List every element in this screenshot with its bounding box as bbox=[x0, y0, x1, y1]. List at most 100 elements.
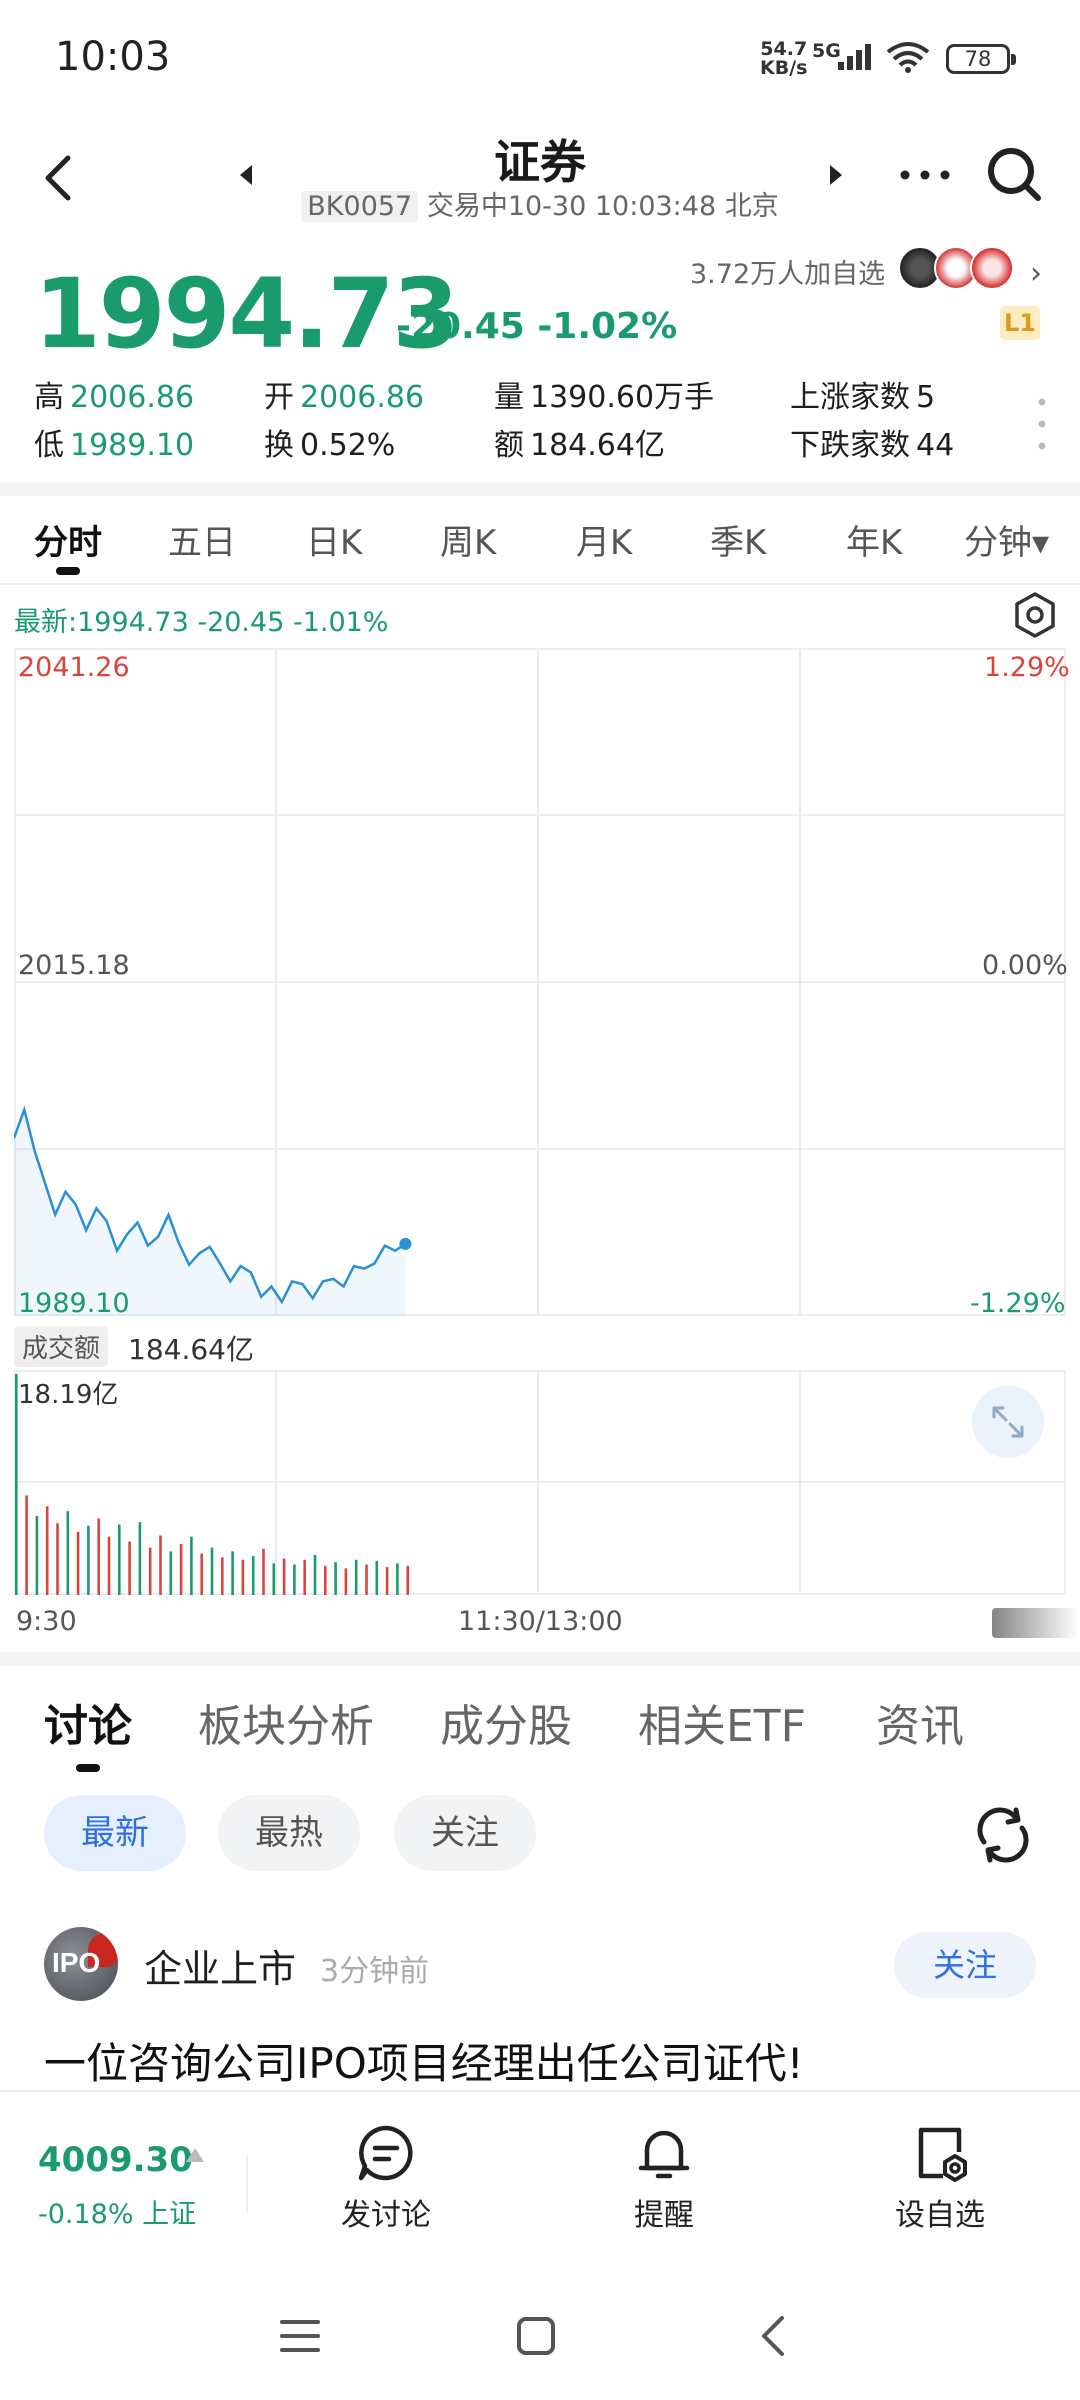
tab-discussion[interactable]: 讨论 bbox=[44, 1690, 132, 1754]
volume-bar bbox=[282, 1558, 286, 1595]
volume-bar bbox=[45, 1506, 49, 1595]
post-author[interactable]: 企业上市 bbox=[144, 1938, 296, 1993]
chevron-right-icon[interactable]: › bbox=[1030, 256, 1042, 291]
post-discussion-button[interactable]: 发讨论 bbox=[306, 2122, 466, 2252]
next-arrow-icon[interactable] bbox=[820, 160, 850, 190]
discuss-label: 发讨论 bbox=[341, 2198, 431, 2233]
divider bbox=[246, 2156, 248, 2212]
pct-axis-max: 1.29% bbox=[984, 652, 1070, 683]
volume-bar bbox=[159, 1535, 162, 1595]
latest-price-dot bbox=[399, 1237, 412, 1250]
tab-indicator bbox=[56, 567, 80, 575]
bell-icon bbox=[638, 2130, 690, 2179]
volume-bar bbox=[35, 1516, 39, 1595]
tab-minute[interactable]: 分钟▾ bbox=[964, 515, 1049, 564]
filter-hottest[interactable]: 最热 bbox=[218, 1795, 360, 1871]
volume-bar bbox=[231, 1551, 234, 1595]
triangle-up-icon[interactable] bbox=[186, 2148, 204, 2162]
tab-intraday[interactable]: 分时 bbox=[34, 515, 102, 564]
volume-bar bbox=[148, 1547, 152, 1595]
price-change: -20.45 -1.02% bbox=[396, 306, 678, 347]
home-icon[interactable] bbox=[514, 2314, 558, 2358]
volume-bar bbox=[251, 1556, 255, 1595]
volume-label[interactable]: 成交额 bbox=[14, 1326, 109, 1367]
volume-value: 184.64亿 bbox=[128, 1333, 254, 1366]
volume-bar bbox=[375, 1561, 379, 1595]
menu-icon[interactable] bbox=[278, 2314, 322, 2358]
stat-low: 低 1989.10 bbox=[34, 428, 195, 463]
page-title: 证券 bbox=[494, 135, 586, 189]
follower-avatars[interactable] bbox=[898, 246, 1018, 290]
post-author-avatar[interactable]: IPO bbox=[44, 1927, 118, 2001]
more-icon[interactable] bbox=[890, 150, 960, 200]
watchlist-label: 设自选 bbox=[895, 2198, 985, 2233]
stat-high: 高 2006.86 bbox=[34, 380, 195, 415]
index-value[interactable]: 4009.30 bbox=[38, 2140, 193, 2180]
tab-weekly-k[interactable]: 周K bbox=[440, 515, 496, 564]
avatar-text: IPO bbox=[52, 1947, 101, 1978]
stat-turnover: 换 0.52% bbox=[264, 428, 396, 463]
pct-axis-min: -1.29% bbox=[970, 1288, 1066, 1319]
tab-daily-k[interactable]: 日K bbox=[306, 515, 362, 564]
chart-settings-icon[interactable] bbox=[1010, 590, 1060, 640]
tab-monthly-k[interactable]: 月K bbox=[576, 515, 632, 564]
tab-constituents[interactable]: 成分股 bbox=[440, 1690, 572, 1754]
search-icon[interactable] bbox=[980, 140, 1050, 210]
vertical-more-icon[interactable] bbox=[1036, 394, 1048, 454]
stat-open: 开 2006.86 bbox=[264, 380, 425, 415]
watchlist-icon bbox=[918, 2127, 967, 2182]
post-title[interactable]: 一位咨询公司IPO项目经理出任公司证代! bbox=[44, 2030, 804, 2091]
volume-bar bbox=[190, 1536, 193, 1595]
tab-news[interactable]: 资讯 bbox=[876, 1690, 964, 1754]
volume-bar bbox=[87, 1525, 90, 1595]
volume-bar bbox=[406, 1565, 409, 1595]
add-watchlist-button[interactable]: 设自选 bbox=[860, 2122, 1020, 2252]
index-change[interactable]: -0.18% 上证 bbox=[38, 2192, 196, 2231]
follow-button[interactable]: 关注 bbox=[894, 1932, 1036, 1998]
sector-code: BK0057 bbox=[301, 191, 419, 222]
network-speed-unit: KB/s bbox=[760, 57, 808, 79]
volume-bar bbox=[200, 1553, 203, 1595]
volume-bar bbox=[365, 1564, 368, 1595]
post-time: 3分钟前 bbox=[320, 1954, 430, 1989]
filter-latest[interactable]: 最新 bbox=[44, 1795, 186, 1871]
remind-label: 提醒 bbox=[634, 2198, 694, 2233]
expand-button[interactable] bbox=[972, 1386, 1044, 1458]
filter-following[interactable]: 关注 bbox=[394, 1795, 536, 1871]
volume-bar bbox=[324, 1565, 327, 1595]
time-axis-end bbox=[992, 1608, 1078, 1638]
stat-up-count: 上涨家数 5 bbox=[790, 380, 936, 415]
volume-bar bbox=[76, 1531, 80, 1595]
tab-related-etf[interactable]: 相关ETF bbox=[638, 1690, 806, 1754]
quote-panel: 1994.73 -20.45 -1.02% 3.72万人加自选 › L1 高 20… bbox=[0, 246, 1080, 485]
volume-bar bbox=[354, 1559, 358, 1595]
stat-down-count: 下跌家数 44 bbox=[790, 428, 955, 463]
volume-bar bbox=[303, 1559, 306, 1595]
prev-arrow-icon[interactable] bbox=[232, 160, 262, 190]
intraday-price-chart[interactable] bbox=[14, 648, 1066, 1316]
tab-sector-analysis[interactable]: 板块分析 bbox=[198, 1690, 374, 1754]
back-icon[interactable] bbox=[30, 140, 90, 210]
nav-back-icon[interactable] bbox=[752, 2314, 796, 2358]
volume-bar bbox=[262, 1548, 265, 1595]
tab-quarterly-k[interactable]: 季K bbox=[710, 515, 766, 564]
level-badge[interactable]: L1 bbox=[1000, 306, 1040, 340]
stat-amount: 额 184.64亿 bbox=[494, 428, 665, 463]
refresh-icon[interactable] bbox=[970, 1802, 1036, 1868]
volume-bar bbox=[56, 1523, 59, 1595]
volume-bar bbox=[128, 1541, 131, 1595]
time-axis-start: 9:30 bbox=[16, 1606, 77, 1637]
signal-icon bbox=[838, 44, 871, 70]
current-price: 1994.73 bbox=[34, 258, 459, 370]
volume-bar bbox=[293, 1564, 296, 1595]
followers-count[interactable]: 3.72万人加自选 bbox=[690, 252, 885, 291]
volume-bar bbox=[138, 1522, 142, 1595]
chart-tabs: 分时 五日 日K 周K 月K 季K 年K 分钟▾ bbox=[0, 495, 1080, 585]
tab-five-day[interactable]: 五日 bbox=[168, 515, 236, 564]
volume-chart[interactable] bbox=[14, 1370, 1066, 1595]
tab-yearly-k[interactable]: 年K bbox=[846, 515, 902, 564]
y-axis-max: 2041.26 bbox=[18, 652, 130, 683]
trading-status: BK0057 交易中10-30 10:03:48 北京 bbox=[300, 184, 780, 223]
volume-bar bbox=[221, 1557, 224, 1595]
remind-button[interactable]: 提醒 bbox=[584, 2122, 744, 2252]
